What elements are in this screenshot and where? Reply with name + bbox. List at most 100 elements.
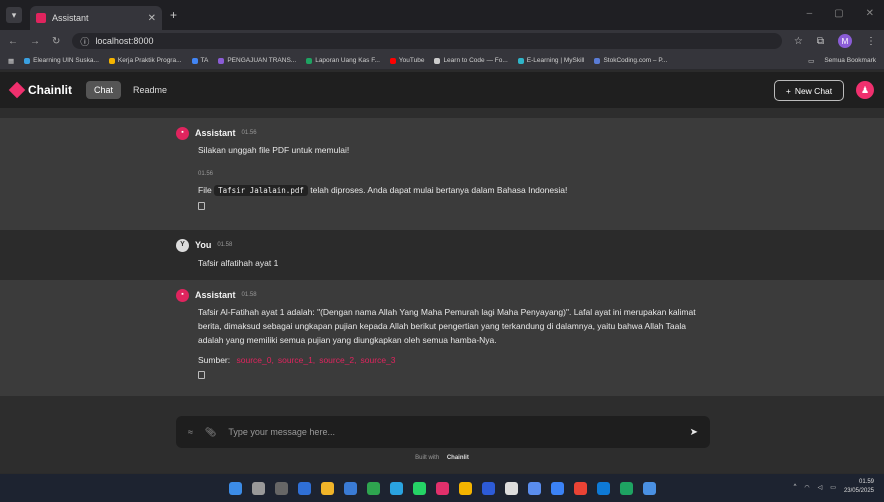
- copy-icon[interactable]: [198, 371, 205, 379]
- bookmark-item[interactable]: Elearning UIN Suska...: [24, 57, 99, 64]
- telegram-icon[interactable]: [389, 481, 403, 495]
- file-explorer-icon[interactable]: [320, 481, 334, 495]
- app-icon[interactable]: [366, 481, 380, 495]
- reload-icon[interactable]: ↻: [52, 36, 60, 47]
- site-info-icon[interactable]: ⓘ: [80, 35, 89, 48]
- bookmark-item[interactable]: StokCoding.com – P...: [594, 57, 667, 64]
- bookmark-label: StokCoding.com – P...: [603, 57, 668, 64]
- copy-icon[interactable]: [198, 202, 205, 210]
- source-link[interactable]: source_0,: [237, 355, 274, 365]
- bookmark-label: Learn to Code — Fo...: [443, 57, 508, 64]
- store-icon[interactable]: [343, 481, 357, 495]
- settings-chevron-icon[interactable]: ≈: [188, 427, 193, 437]
- app-icon[interactable]: [550, 481, 564, 495]
- clock[interactable]: 01.59 23/05/2025: [844, 478, 874, 496]
- bookmark-label: Laporan Uang Kas F...: [315, 57, 380, 64]
- app-icon[interactable]: [504, 481, 518, 495]
- widgets-icon[interactable]: [297, 481, 311, 495]
- message-author: ▪ Assistant 01.58: [176, 288, 706, 302]
- message-time: 01.58: [241, 292, 257, 298]
- attach-icon[interactable]: 📎︎: [205, 427, 216, 438]
- app-icon[interactable]: [642, 481, 656, 495]
- bookmark-item[interactable]: Learn to Code — Fo...: [434, 57, 508, 64]
- tab-search-icon[interactable]: ▾: [6, 7, 22, 23]
- bookmark-item[interactable]: Kerja Praktik Progra...: [108, 57, 182, 64]
- bookmark-item[interactable]: Laporan Uang Kas F...: [306, 57, 380, 64]
- url-field[interactable]: ⓘ localhost:8000: [72, 33, 782, 49]
- new-tab-icon[interactable]: +: [170, 8, 177, 22]
- sources: Sumber: source_0, source_1, source_2, sourc…: [176, 353, 706, 367]
- plus-icon: +: [785, 85, 791, 96]
- chevron-up-icon[interactable]: ^: [794, 484, 797, 490]
- chainlit-favicon-icon: [36, 13, 46, 23]
- search-icon[interactable]: [251, 481, 265, 495]
- close-window-icon[interactable]: ✕: [866, 8, 874, 19]
- message-time: 01.58: [217, 242, 233, 248]
- tab-title: Assistant: [52, 13, 89, 23]
- bookmark-favicon-icon: [218, 57, 225, 64]
- source-link[interactable]: source_2,: [319, 355, 356, 365]
- minimize-icon[interactable]: –: [807, 8, 813, 19]
- toolbar-right: ☆ ⧉ M ⋮: [794, 34, 876, 48]
- bookmark-item[interactable]: YouTube: [389, 57, 425, 64]
- app-icon[interactable]: [573, 481, 587, 495]
- bookmark-label: TA: [200, 57, 209, 64]
- message-text: Tafsir alfatihah ayat 1: [198, 258, 279, 268]
- send-icon[interactable]: ➤: [690, 427, 698, 438]
- start-icon[interactable]: [228, 481, 242, 495]
- message-input[interactable]: Type your message here...: [228, 427, 677, 437]
- file-name-code: Tafsir Jalalain.pdf: [214, 185, 308, 196]
- bookmark-favicon-icon: [594, 57, 601, 64]
- user-avatar[interactable]: ♟: [856, 81, 874, 99]
- message-author: ▪ Assistant 01.56: [176, 126, 706, 140]
- wifi-icon[interactable]: ◠: [804, 484, 809, 491]
- brand-name: Chainlit: [28, 83, 72, 97]
- footer-brand[interactable]: Chainlit: [447, 455, 469, 461]
- new-chat-button[interactable]: + New Chat: [774, 80, 844, 101]
- chainlit-logo: Chainlit: [8, 81, 72, 99]
- close-tab-icon[interactable]: ✕: [148, 13, 156, 24]
- app-icon[interactable]: [619, 481, 633, 495]
- task-view-icon[interactable]: [274, 481, 288, 495]
- bookmark-item[interactable]: E-Learning | MySkill: [517, 57, 585, 64]
- bookmark-item[interactable]: TA: [191, 57, 209, 64]
- extensions-icon[interactable]: ⧉: [817, 36, 824, 47]
- tab-chat[interactable]: Chat: [86, 81, 122, 99]
- forward-icon[interactable]: →: [30, 36, 40, 47]
- clock-time: 01.59: [858, 479, 874, 485]
- author-name: You: [195, 240, 212, 250]
- chrome-icon[interactable]: [458, 481, 472, 495]
- back-icon[interactable]: ←: [8, 36, 18, 47]
- app-icon[interactable]: [527, 481, 541, 495]
- app-icon[interactable]: [481, 481, 495, 495]
- message-composer: ≈ 📎︎ Type your message here... ➤: [176, 416, 710, 448]
- source-link[interactable]: source_1,: [278, 355, 315, 365]
- url-text: localhost:8000: [95, 36, 154, 46]
- source-link[interactable]: source_3: [361, 355, 396, 365]
- assistant-message: ▪ Assistant 01.58 Tafsir Al-Fatihah ayat…: [176, 288, 706, 379]
- instagram-icon[interactable]: [435, 481, 449, 495]
- bookmark-label: E-Learning | MySkill: [526, 57, 585, 64]
- browser-tab[interactable]: Assistant ✕: [30, 6, 162, 30]
- battery-icon[interactable]: ▭: [830, 484, 836, 491]
- volume-icon[interactable]: ◁: [818, 484, 823, 491]
- message-block-assistant: ▪ Assistant 01.58 Tafsir Al-Fatihah ayat…: [0, 280, 884, 396]
- message-block-assistant: ▪ Assistant 01.56 Silakan unggah file PD…: [0, 118, 884, 230]
- vscode-icon[interactable]: [596, 481, 610, 495]
- tab-readme[interactable]: Readme: [125, 81, 175, 99]
- menu-icon[interactable]: ⋮: [866, 36, 876, 47]
- chainlit-logo-icon: [8, 81, 26, 99]
- bookmarks-bar: ▦ Elearning UIN Suska... Kerja Praktik Pr…: [0, 52, 884, 70]
- bookmark-favicon-icon: [306, 57, 313, 64]
- all-bookmarks[interactable]: ▭ Semua Bookmark: [808, 57, 876, 65]
- assistant-avatar-icon: ▪: [176, 126, 189, 140]
- apps-icon[interactable]: ▦: [8, 57, 14, 65]
- bookmark-favicon-icon: [434, 57, 441, 64]
- bookmark-label: YouTube: [398, 57, 425, 64]
- profile-avatar[interactable]: M: [838, 34, 852, 48]
- bookmark-item[interactable]: PENGAJUAN TRANS...: [218, 57, 296, 64]
- restore-icon[interactable]: ▢: [834, 8, 843, 19]
- bookmark-favicon-icon: [108, 57, 115, 64]
- bookmark-star-icon[interactable]: ☆: [794, 36, 803, 47]
- whatsapp-icon[interactable]: [412, 481, 426, 495]
